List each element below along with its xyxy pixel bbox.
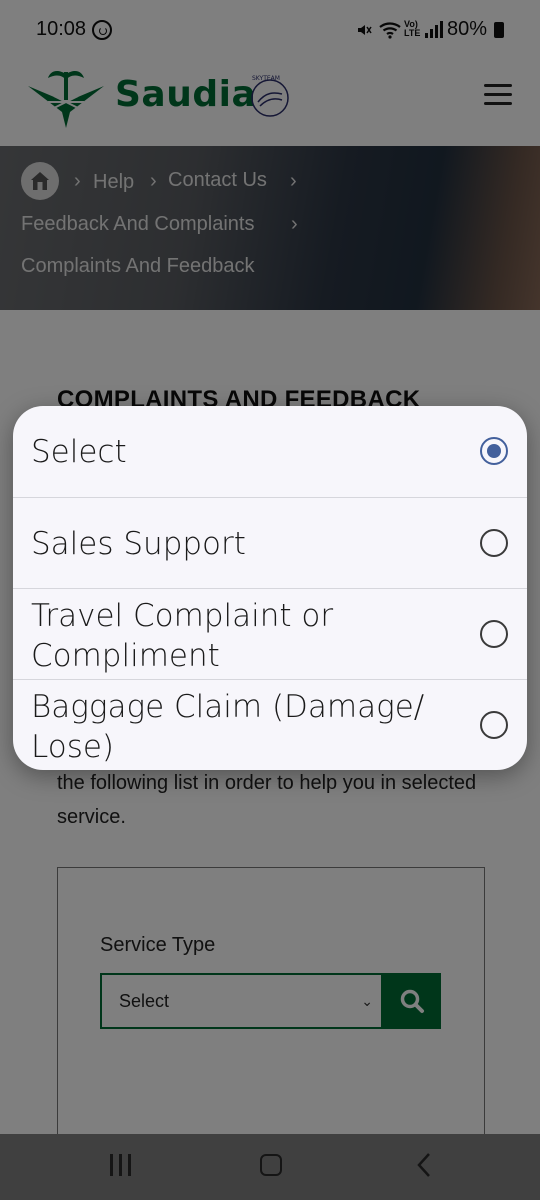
option-sales-support[interactable]: Sales Support [13,497,527,588]
option-travel-complaint[interactable]: Travel Complaint or Compliment [13,588,527,679]
option-label: Select [31,434,127,470]
option-baggage-claim[interactable]: Baggage Claim (Damage/ Lose) [13,679,527,770]
radio-unselected[interactable] [480,620,508,648]
service-type-dialog: Select Sales Support Travel Complaint or… [13,406,527,770]
radio-unselected[interactable] [480,711,508,739]
option-label: Travel Complaint or Compliment [31,598,334,674]
option-select[interactable]: Select [13,406,527,497]
option-label: Sales Support [31,526,246,562]
radio-selected[interactable] [480,437,508,465]
radio-unselected[interactable] [480,529,508,557]
option-label: Baggage Claim (Damage/ Lose) [31,689,425,765]
